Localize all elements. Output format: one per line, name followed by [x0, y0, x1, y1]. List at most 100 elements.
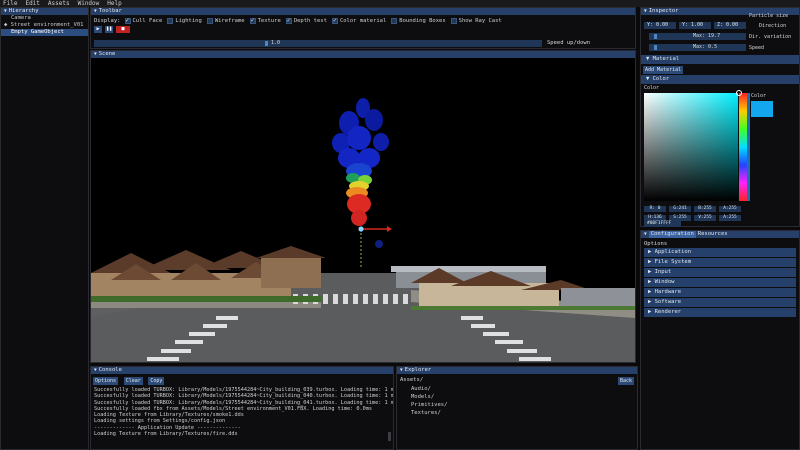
folder-item[interactable]: Audio/: [397, 385, 637, 393]
folder-item[interactable]: Models/: [397, 393, 637, 401]
checkbox-lighting[interactable]: [167, 18, 174, 24]
tree-expand-icon[interactable]: ◆: [4, 22, 7, 28]
config-section-input[interactable]: ▶ Input: [644, 268, 796, 277]
vector-z-field[interactable]: Z: 0.00: [714, 22, 746, 29]
scene-title-bar[interactable]: ▼ Scene: [91, 51, 635, 58]
hex-field[interactable]: #00F1FFFF: [644, 221, 681, 227]
color-saturation-square[interactable]: [644, 93, 738, 201]
console-scrollbar[interactable]: [388, 432, 391, 441]
checkbox-color-material[interactable]: [331, 17, 338, 24]
color-header[interactable]: ▼ Color: [641, 75, 799, 84]
folder-item[interactable]: Textures/: [397, 409, 637, 417]
console-clear-button[interactable]: Clear: [123, 377, 143, 385]
menu-window[interactable]: Window: [78, 0, 100, 7]
option-color-material[interactable]: Color material: [331, 17, 386, 24]
color-text: Color: [644, 85, 660, 91]
stop-button[interactable]: ■: [116, 26, 130, 33]
checkbox-depth-test[interactable]: [285, 17, 292, 24]
collapse-arrow-icon[interactable]: ▼: [94, 367, 97, 374]
pause-button[interactable]: ❚❚: [105, 26, 113, 33]
option-texture[interactable]: Texture: [249, 17, 281, 24]
console-title-bar[interactable]: ▼ Console: [91, 367, 393, 374]
config-section-application[interactable]: ▶ Application: [644, 248, 796, 257]
tab-configuration[interactable]: Configuration: [648, 231, 696, 238]
console-line: Loading Texture from Library/Textures/fi…: [94, 431, 238, 438]
checkbox-texture[interactable]: [249, 17, 256, 24]
option-cull-face[interactable]: Cull Face: [124, 17, 162, 24]
checkbox-show-ray-cast[interactable]: [450, 18, 457, 24]
material-section: ▼ Material Add Material ▼ Color: [641, 54, 799, 84]
option-show-ray-cast[interactable]: Show Ray Cast: [450, 18, 502, 24]
red-field[interactable]: R: 0: [644, 206, 666, 212]
inspector-title: Inspector: [648, 8, 679, 14]
vector-y-field[interactable]: Y: 1.00: [679, 22, 711, 29]
config-section-hardware[interactable]: ▶ Hardware: [644, 288, 796, 297]
speed-slider-grab[interactable]: [265, 41, 268, 46]
value-field[interactable]: V:255: [694, 215, 716, 221]
option-texture-label: Texture: [257, 18, 281, 24]
option-depth-test[interactable]: Depth test: [285, 17, 327, 24]
hierarchy-item-camera[interactable]: Camera: [1, 15, 88, 22]
green-field[interactable]: G:241: [669, 206, 691, 212]
explorer-back-button[interactable]: Back: [617, 377, 634, 385]
config-section-label: File System: [654, 259, 692, 265]
options-label: Options: [644, 241, 668, 247]
speed-value: 1.0: [271, 40, 281, 46]
color-preview-swatch[interactable]: [751, 101, 773, 117]
option-lighting[interactable]: Lighting: [167, 18, 202, 24]
menu-file[interactable]: File: [3, 0, 17, 7]
checkbox-bounding-boxes[interactable]: [391, 18, 398, 24]
config-section-file-system[interactable]: ▶ File System: [644, 258, 796, 267]
slider-grab[interactable]: [654, 34, 657, 39]
particle-size-label: Particle size: [749, 13, 789, 19]
add-material-button[interactable]: Add Material: [643, 66, 684, 74]
menu-edit[interactable]: Edit: [25, 0, 39, 7]
configuration-title-bar[interactable]: ▼ Configuration Resources: [641, 231, 799, 238]
folder-item[interactable]: Primitives/: [397, 401, 637, 409]
tab-resources[interactable]: Resources: [698, 231, 728, 238]
play-button[interactable]: ▶: [94, 26, 102, 33]
max-slider-2[interactable]: Max: 0.5: [649, 44, 746, 51]
hierarchy-title-bar[interactable]: ▼ Hierarchy: [1, 8, 88, 15]
hue-cursor-icon[interactable]: [736, 90, 742, 96]
material-header[interactable]: ▼ Material: [641, 55, 799, 64]
config-section-renderer[interactable]: ▶ Renderer: [644, 308, 796, 317]
collapse-arrow-icon[interactable]: ▼: [94, 8, 97, 15]
blue-field[interactable]: B:255: [694, 206, 716, 212]
expand-arrow-icon: ▶: [648, 249, 655, 255]
collapse-arrow-icon[interactable]: ▼: [644, 231, 647, 238]
toolbar-title-bar[interactable]: ▼ Toolbar: [91, 8, 635, 15]
checkbox-wireframe[interactable]: [206, 18, 213, 24]
option-bounding-boxes[interactable]: Bounding Boxes: [391, 18, 446, 24]
hue-slider[interactable]: [739, 93, 747, 201]
alpha2-field[interactable]: A:255: [719, 215, 741, 221]
dir-variation-label: Dir. variation: [749, 34, 792, 40]
menu-assets[interactable]: Assets: [48, 0, 70, 7]
menu-help[interactable]: Help: [107, 0, 121, 7]
console-options-button[interactable]: Options: [93, 377, 119, 385]
vector-x-field[interactable]: Y: 0.00: [644, 22, 676, 29]
config-section-label: Application: [654, 249, 692, 255]
alpha-slider[interactable]: [747, 93, 750, 201]
slider-grab[interactable]: [654, 45, 657, 50]
option-wireframe[interactable]: Wireframe: [206, 18, 245, 24]
hierarchy-item-street[interactable]: ◆ Street environment_V01: [1, 22, 88, 29]
config-section-label: Software: [654, 299, 682, 305]
collapse-arrow-icon[interactable]: ▼: [94, 51, 97, 58]
alpha-field[interactable]: A:255: [719, 206, 741, 212]
console-copy-button[interactable]: Copy: [148, 377, 165, 385]
menu-bar: File Edit Assets Window Help: [0, 0, 800, 7]
collapse-arrow-icon[interactable]: ▼: [644, 8, 647, 15]
max-slider-1[interactable]: Max: 19.7: [649, 33, 746, 40]
scene-viewport[interactable]: [91, 58, 635, 362]
config-section-software[interactable]: ▶ Software: [644, 298, 796, 307]
collapse-arrow-icon[interactable]: ▼: [4, 8, 7, 15]
collapse-arrow-icon[interactable]: ▼: [400, 367, 403, 374]
hierarchy-item-empty-gameobject[interactable]: Empty GameObject: [1, 29, 88, 36]
explorer-path-row: Assets/ Back: [397, 374, 637, 385]
color-header-label: Color: [652, 76, 670, 82]
speed-slider[interactable]: 1.0: [94, 40, 542, 47]
config-section-window[interactable]: ▶ Window: [644, 278, 796, 287]
checkbox-cull-face[interactable]: [124, 17, 131, 24]
explorer-title-bar[interactable]: ▼ Explorer: [397, 367, 637, 374]
